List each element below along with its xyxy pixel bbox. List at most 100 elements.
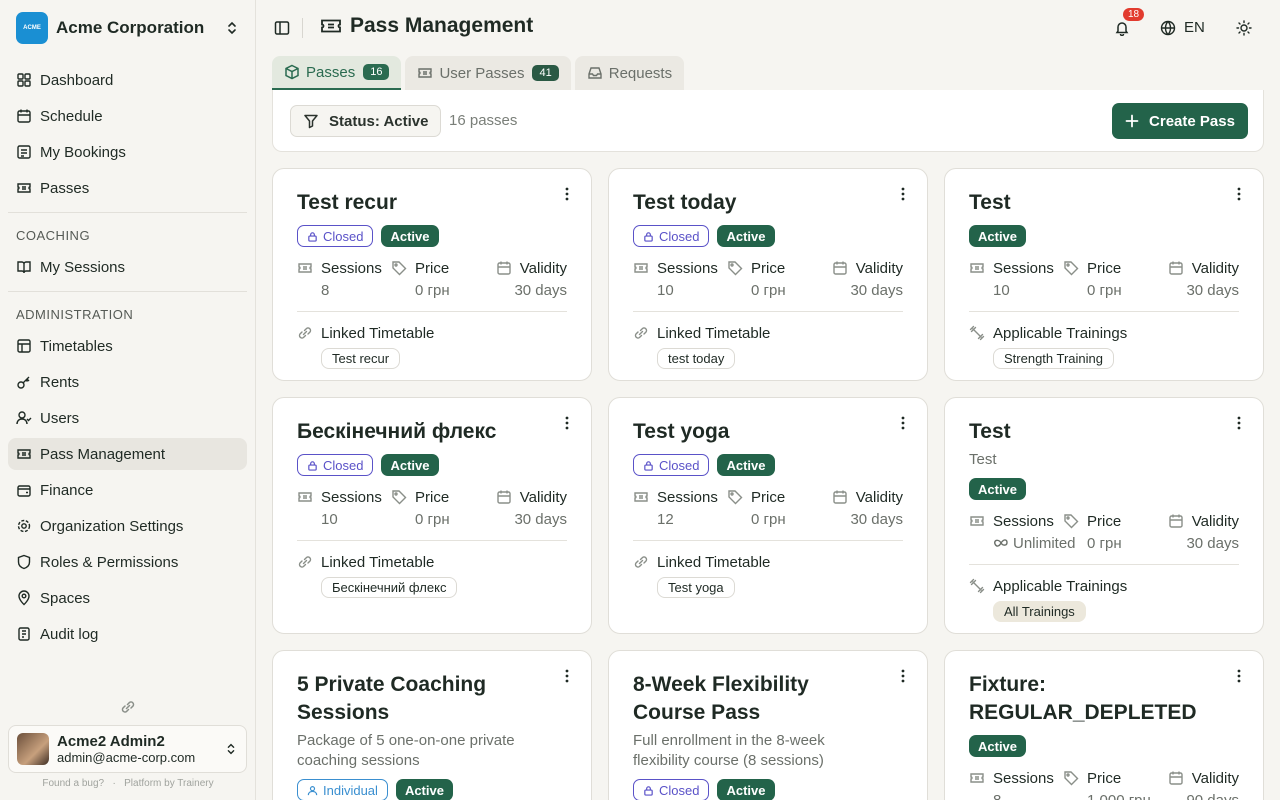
badge-label: Closed — [323, 228, 364, 244]
badge-label: Individual — [323, 782, 378, 798]
more-vertical-icon[interactable] — [563, 187, 571, 201]
tag-icon — [392, 490, 407, 505]
sidebar-item-passes[interactable]: Passes — [8, 172, 247, 204]
pass-card[interactable]: Test today Closed Active Sessions 10 Pri… — [608, 168, 928, 381]
pass-card[interactable]: 8-Week Flexibility Course Pass Full enro… — [608, 650, 928, 800]
book-icon — [17, 261, 31, 274]
sidebar-item-timetables[interactable]: Timetables — [8, 330, 247, 362]
sidebar-item-organization-settings[interactable]: Organization Settings — [8, 510, 247, 542]
linked-timetable-header: Linked Timetable — [633, 322, 903, 344]
stat-price: Price 0 грн — [1063, 510, 1122, 554]
sidebar-item-label: Audit log — [40, 625, 99, 643]
page-title: Pass Management — [320, 14, 533, 38]
calendar-icon — [497, 490, 511, 504]
org-switcher[interactable]: ACME Acme Corporation — [16, 12, 240, 44]
more-vertical-icon[interactable] — [899, 669, 907, 683]
globe-icon — [1160, 20, 1176, 35]
key-icon — [17, 376, 30, 389]
training-chip: All Trainings — [993, 601, 1086, 622]
sidebar-item-my-bookings[interactable]: My Bookings — [8, 136, 247, 168]
pass-card[interactable]: Бескінечний флекс Closed Active Sessions… — [272, 397, 592, 634]
pass-card[interactable]: Test Test Active Sessions Unlimited Pric… — [944, 397, 1264, 634]
user-name: Acme2 Admin2 — [57, 733, 165, 750]
language-switcher[interactable]: EN — [1160, 19, 1205, 36]
pass-title: 5 Private Coaching Sessions — [297, 673, 487, 724]
sidebar-item-audit-log[interactable]: Audit log — [8, 618, 247, 650]
platform-link[interactable]: Platform by Trainery — [124, 778, 213, 789]
ticket-icon — [970, 263, 984, 273]
link-icon — [634, 327, 648, 339]
more-vertical-icon[interactable] — [563, 416, 571, 430]
link-icon[interactable] — [119, 698, 137, 716]
calendar-icon — [833, 490, 847, 504]
stat-price: Price 0 грн — [391, 486, 450, 530]
calendar-icon — [497, 261, 511, 275]
sidebar-toggle-icon[interactable] — [274, 20, 290, 36]
tag-icon — [728, 490, 743, 505]
stat-price: Price 0 грн — [1063, 257, 1122, 301]
user-menu[interactable]: Acme2 Admin2 admin@acme-corp.com — [8, 725, 247, 773]
nav-divider — [8, 291, 247, 292]
sidebar-item-dashboard[interactable]: Dashboard — [8, 64, 247, 96]
stat-label: Price — [751, 259, 786, 277]
stat-value: 30 days — [850, 510, 903, 528]
create-pass-button[interactable]: Create Pass — [1112, 103, 1248, 139]
sidebar-item-pass-management[interactable]: Pass Management — [8, 438, 247, 470]
filter-icon — [304, 114, 318, 129]
sidebar-item-spaces[interactable]: Spaces — [8, 582, 247, 614]
tag-icon — [1064, 261, 1079, 276]
sidebar-item-roles-permissions[interactable]: Roles & Permissions — [8, 546, 247, 578]
sidebar-item-rents[interactable]: Rents — [8, 366, 247, 398]
pass-card[interactable]: Test Active Sessions 10 Price 0 грн Vali… — [944, 168, 1264, 381]
status-badge: Active — [717, 225, 775, 247]
sidebar-item-label: Timetables — [40, 337, 113, 355]
pass-tags: Active — [969, 478, 1239, 500]
more-vertical-icon[interactable] — [1235, 187, 1243, 201]
stat-value: 8 — [993, 791, 1002, 800]
pass-card[interactable]: Test recur Closed Active Sessions 8 Pric… — [272, 168, 592, 381]
closed-badge: Closed — [633, 225, 710, 247]
shield-icon — [17, 554, 31, 570]
tab-passes[interactable]: Passes 16 — [272, 56, 402, 90]
pass-description: Package of 5 one-on-one private coaching… — [297, 732, 515, 769]
stat-label: Validity — [519, 488, 567, 506]
lock-icon — [644, 785, 653, 796]
more-vertical-icon[interactable] — [1235, 669, 1243, 683]
linked-label: Linked Timetable — [657, 324, 771, 342]
stat-sessions: Sessions 10 — [633, 257, 718, 301]
more-vertical-icon[interactable] — [1235, 416, 1243, 430]
ticket-icon — [418, 68, 433, 78]
sidebar-item-users[interactable]: Users — [8, 402, 247, 434]
sidebar-footer: Found a bug? · Platform by Trainery — [0, 778, 256, 789]
stat-value: 30 days — [514, 510, 567, 528]
sidebar-item-finance[interactable]: Finance — [8, 474, 247, 506]
pass-card[interactable]: 5 Private Coaching Sessions Package of 5… — [272, 650, 592, 800]
bell-icon[interactable] — [1114, 20, 1130, 36]
pass-card[interactable]: Fixture: REGULAR_DEPLETED Active Session… — [944, 650, 1264, 800]
sidebar-item-label: Schedule — [40, 107, 103, 125]
user-info: Acme2 Admin2 admin@acme-corp.com — [57, 733, 224, 765]
stat-value: 30 days — [1186, 534, 1239, 552]
tab-requests[interactable]: Requests — [574, 56, 685, 90]
bug-report-link[interactable]: Found a bug? — [42, 778, 104, 789]
tab-label: User Passes — [439, 64, 525, 82]
sun-icon[interactable] — [1236, 20, 1252, 36]
pass-tags: Closed Active — [633, 779, 903, 800]
individual-badge: Individual — [297, 779, 388, 800]
ticket-icon — [321, 19, 341, 33]
more-vertical-icon[interactable] — [899, 416, 907, 430]
status-filter-button[interactable]: Status: Active — [290, 105, 442, 137]
sidebar-item-my-sessions[interactable]: My Sessions — [8, 251, 247, 283]
more-vertical-icon[interactable] — [899, 187, 907, 201]
footer-dot: · — [112, 778, 116, 789]
pass-card[interactable]: Test yoga Closed Active Sessions 12 Pric… — [608, 397, 928, 634]
stat-label: Sessions — [657, 259, 718, 277]
chevron-updown-icon — [227, 743, 235, 755]
badge-label: Closed — [659, 457, 700, 473]
sidebar-item-schedule[interactable]: Schedule — [8, 100, 247, 132]
status-badge: Active — [717, 779, 775, 800]
language-label: EN — [1184, 19, 1205, 36]
stat-label: Validity — [855, 259, 903, 277]
tab-user-passes[interactable]: User Passes 41 — [405, 56, 571, 90]
more-vertical-icon[interactable] — [563, 669, 571, 683]
